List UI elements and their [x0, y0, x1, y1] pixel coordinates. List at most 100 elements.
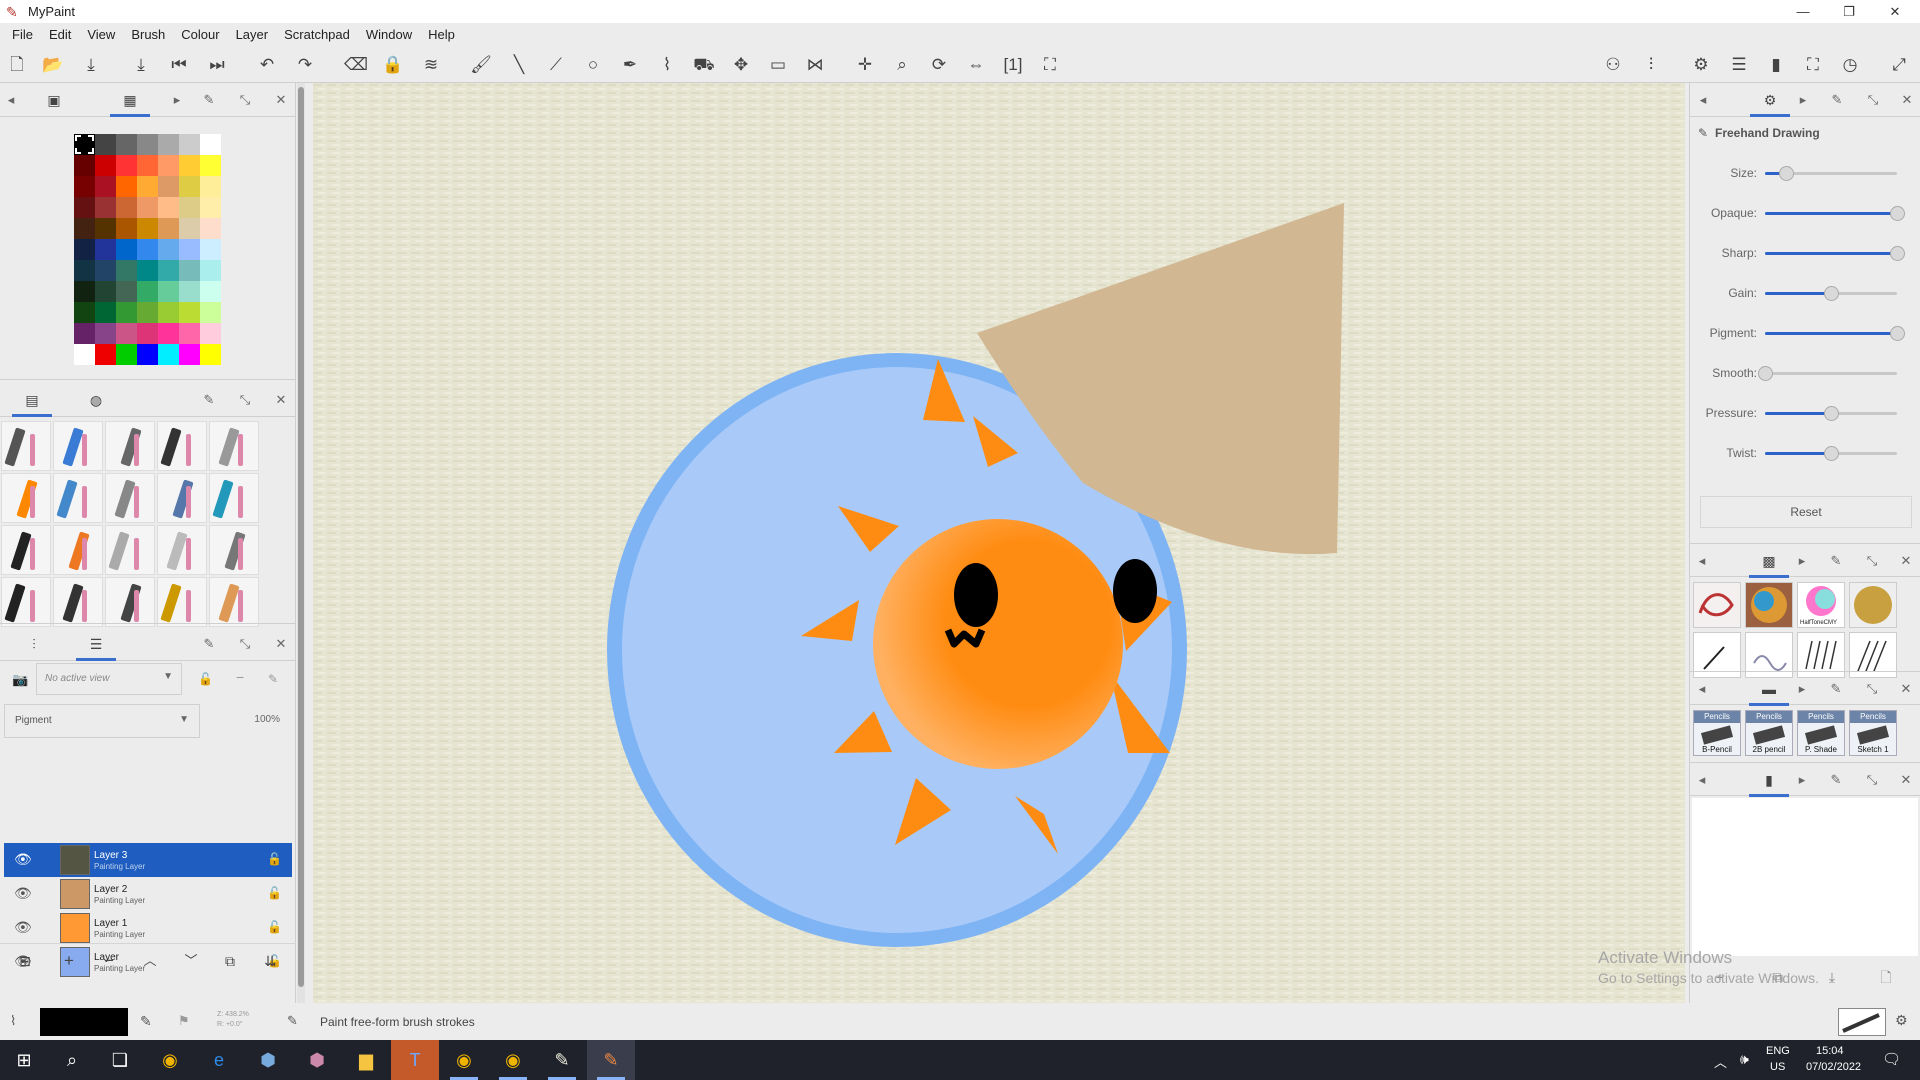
palette-swatch[interactable]: [137, 260, 158, 281]
palette-swatch[interactable]: [200, 239, 221, 260]
clock-time[interactable]: 15:04: [1816, 1045, 1844, 1057]
clock-icon[interactable]: ◷: [1839, 54, 1861, 76]
unlock-view-icon[interactable]: 🔓: [198, 672, 213, 686]
inking-tool-icon[interactable]: ╲: [508, 54, 530, 76]
palette-swatch[interactable]: [137, 323, 158, 344]
export-icon[interactable]: ⤓: [130, 54, 152, 76]
brush-options-icon[interactable]: ⚙: [1895, 1012, 1908, 1029]
gear-icon[interactable]: ⚙: [1690, 54, 1712, 76]
brush-thumb-oil[interactable]: [1745, 582, 1793, 628]
tab-scroll-right-icon[interactable]: ▸: [1791, 672, 1813, 706]
palette-swatch[interactable]: [74, 218, 95, 239]
pencil-preset[interactable]: Pencils 2B pencil: [1745, 710, 1793, 756]
palette-swatch[interactable]: [116, 197, 137, 218]
task-view-icon[interactable]: ❏: [96, 1040, 144, 1080]
brush-thumb-smudge[interactable]: [1693, 582, 1741, 628]
next-scrap-icon[interactable]: ⏭: [206, 54, 228, 76]
palette-swatch[interactable]: [137, 239, 158, 260]
color-picker-icon[interactable]: ⌇: [656, 54, 678, 76]
palette-swatch[interactable]: [158, 260, 179, 281]
close-panel-icon[interactable]: ✕: [270, 627, 292, 661]
slider-track[interactable]: [1765, 206, 1905, 221]
export-scratchpad-icon[interactable]: 🗋: [1875, 966, 1897, 988]
new-file-icon[interactable]: 🗋: [6, 54, 28, 76]
close-panel-icon[interactable]: ✕: [1895, 763, 1917, 797]
detach-panel-icon[interactable]: ⤡: [234, 627, 256, 661]
visibility-eye-icon[interactable]: 👁: [14, 851, 32, 868]
brush-preset[interactable]: [105, 473, 155, 523]
unlock-icon[interactable]: 🔓: [267, 852, 282, 866]
panel-options-icon[interactable]: ✎: [198, 383, 220, 417]
notification-icon[interactable]: 🗨: [1882, 1050, 1901, 1068]
blend-mode-select[interactable]: Pigment ▼: [4, 704, 200, 738]
palette-swatch[interactable]: [179, 134, 200, 155]
menu-scratchpad[interactable]: Scratchpad: [276, 27, 358, 42]
show-hidden-icons-icon[interactable]: ︿: [1714, 1052, 1727, 1071]
pen-tool-icon[interactable]: ✒: [619, 54, 641, 76]
palette-swatch[interactable]: [200, 344, 221, 365]
palette-swatch[interactable]: [179, 302, 200, 323]
slider-handle[interactable]: [1779, 166, 1795, 181]
palette-swatch[interactable]: [137, 134, 158, 155]
brush-preset[interactable]: [209, 525, 259, 575]
palette-swatch[interactable]: [95, 323, 116, 344]
brush-preset[interactable]: [209, 577, 259, 627]
camera-icon[interactable]: 📷: [12, 672, 28, 688]
slider-track[interactable]: [1765, 326, 1905, 341]
palette-swatch[interactable]: [200, 260, 221, 281]
expand-icon[interactable]: ⤢: [1888, 54, 1910, 76]
detach-panel-icon[interactable]: ⤡: [1862, 83, 1884, 117]
file-explorer-icon[interactable]: ▆: [342, 1040, 390, 1080]
edit-view-icon[interactable]: ✎: [268, 672, 278, 686]
colorize-icon[interactable]: ≋: [420, 54, 442, 76]
palette-swatch[interactable]: [95, 344, 116, 365]
slider-track[interactable]: [1765, 406, 1897, 421]
layer-row[interactable]: 👁 Layer 3 Painting Layer 🔓: [4, 843, 292, 877]
chrome-profile2-icon[interactable]: ◉: [489, 1040, 537, 1080]
frame-tool-icon[interactable]: ▭: [767, 54, 789, 76]
tab-pencil-group[interactable]: ▬: [1749, 672, 1789, 706]
mirror-view-icon[interactable]: ⇔: [965, 54, 987, 76]
redo-icon[interactable]: ↷: [294, 54, 316, 76]
tab-scroll-left-icon[interactable]: ◂: [1691, 672, 1713, 706]
menu-brush[interactable]: Brush: [123, 27, 173, 42]
view-selector[interactable]: No active view ▼: [36, 663, 182, 695]
palette-swatch[interactable]: [179, 260, 200, 281]
palette-swatch[interactable]: [74, 344, 95, 365]
menu-view[interactable]: View: [79, 27, 123, 42]
brush-preset[interactable]: [53, 473, 103, 523]
close-panel-icon[interactable]: ✕: [1895, 672, 1917, 706]
rotate-view-icon[interactable]: ⟳: [928, 54, 950, 76]
scratchpad-icon[interactable]: ▮: [1765, 54, 1787, 76]
menu-window[interactable]: Window: [358, 27, 420, 42]
palette-swatch[interactable]: [158, 197, 179, 218]
palette-swatch[interactable]: [74, 260, 95, 281]
slider-track[interactable]: [1765, 446, 1897, 461]
palette-swatch[interactable]: [200, 302, 221, 323]
slider-handle[interactable]: [1824, 446, 1839, 461]
menu-help[interactable]: Help: [420, 27, 463, 42]
eraser-mode-icon[interactable]: ⌫: [344, 54, 368, 76]
palette-swatch[interactable]: [158, 176, 179, 197]
palette-swatch[interactable]: [116, 323, 137, 344]
palette-swatch[interactable]: [116, 239, 137, 260]
brush-preset[interactable]: [209, 473, 259, 523]
palette-swatch[interactable]: [137, 344, 158, 365]
palette-swatch[interactable]: [179, 176, 200, 197]
palette-swatch[interactable]: [200, 176, 221, 197]
freehand-brush-icon[interactable]: 🖌: [470, 54, 492, 76]
palette-swatch[interactable]: [95, 134, 116, 155]
palette-swatch[interactable]: [95, 155, 116, 176]
tab-brush-group[interactable]: ▩: [1749, 544, 1789, 578]
tab-scroll-left-icon[interactable]: ◂: [1691, 544, 1713, 578]
brush-preset[interactable]: [1, 577, 51, 627]
panel-options-icon[interactable]: ✎: [1825, 544, 1847, 578]
unlock-icon[interactable]: 🔓: [267, 886, 282, 900]
brush-preset[interactable]: [105, 421, 155, 471]
brush-preset[interactable]: [157, 525, 207, 575]
input-language[interactable]: ENG: [1766, 1045, 1790, 1057]
slider-track[interactable]: [1765, 166, 1897, 181]
merge-layer-icon[interactable]: ⇊: [259, 950, 281, 972]
brush-settings-icon[interactable]: ⫶: [1640, 54, 1662, 76]
symmetry-tool-icon[interactable]: ⋈: [804, 54, 826, 76]
